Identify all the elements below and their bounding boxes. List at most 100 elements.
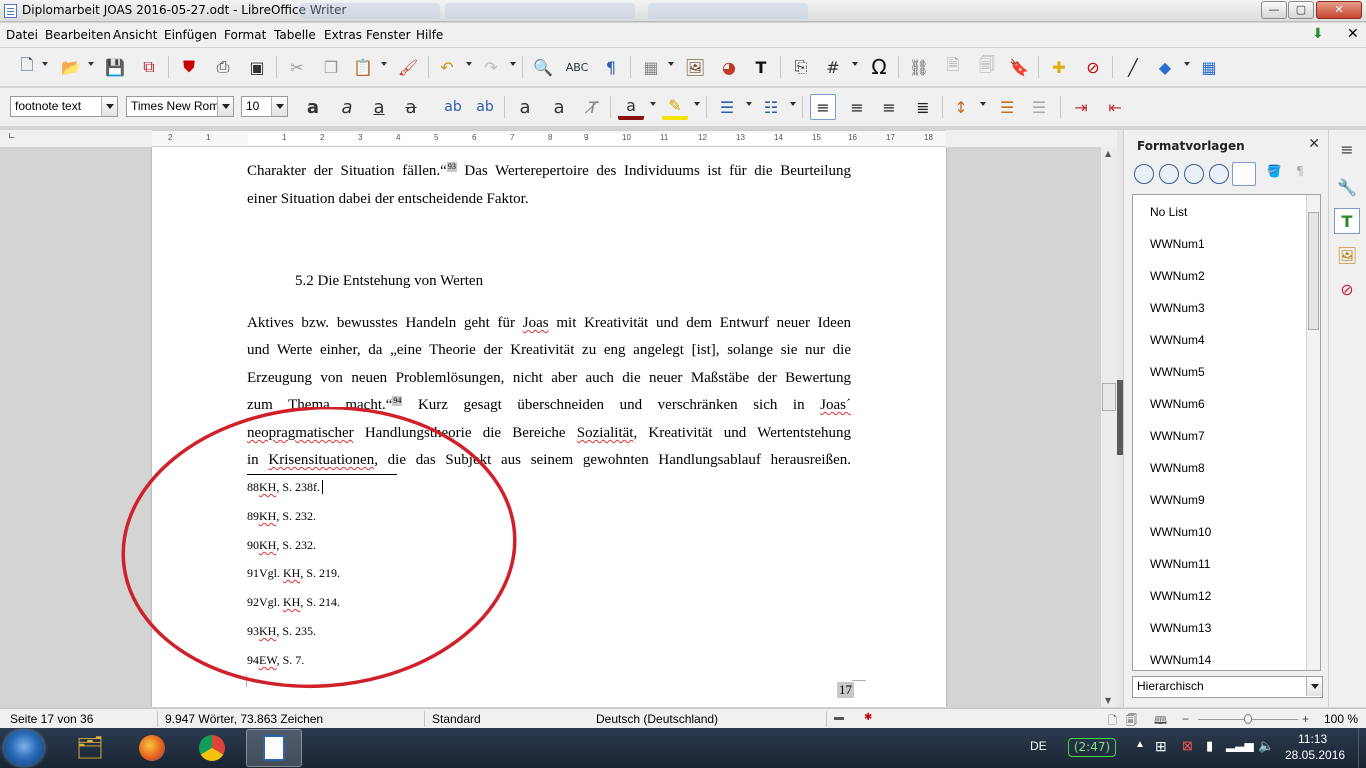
draw-functions-icon[interactable]: ▦ [1196, 54, 1222, 80]
clone-formatting-icon[interactable]: 🖌 [395, 54, 421, 80]
input-language[interactable]: DE [1030, 739, 1047, 753]
spelling-icon[interactable]: ABC [564, 54, 590, 80]
style-list-scrollbar[interactable] [1306, 195, 1320, 670]
chevron-down-icon[interactable] [271, 97, 287, 116]
list-item[interactable]: WWNum5 [1150, 365, 1205, 379]
menu-ansicht[interactable]: Ansicht [113, 28, 157, 42]
open-folder-icon[interactable]: 📂 [58, 54, 84, 80]
frame-styles-icon[interactable] [1184, 164, 1204, 184]
menu-hilfe[interactable]: Hilfe [416, 28, 443, 42]
styles-tab-icon[interactable]: T [1334, 208, 1360, 234]
comment-icon[interactable]: 🗐 [974, 54, 1000, 80]
firefox-taskbar-icon[interactable] [124, 729, 180, 767]
zoom-level[interactable]: 100 % [1324, 712, 1358, 726]
formatting-marks-icon[interactable]: ¶ [598, 54, 624, 80]
menu-einfuegen[interactable]: Einfügen [164, 28, 217, 42]
italic-icon[interactable]: a [334, 94, 360, 120]
line-icon[interactable]: ╱ [1120, 54, 1146, 80]
track-changes-icon[interactable]: ⊘ [1080, 54, 1106, 80]
page-style[interactable]: Standard [432, 712, 481, 726]
selection-mode-icon[interactable]: ▬ [834, 712, 844, 723]
close-document-icon[interactable]: ✕ [1347, 26, 1359, 42]
footnote-anchor[interactable]: 93 [446, 162, 457, 172]
section-heading[interactable]: 5.2 Die Entstehung von Werten [295, 273, 483, 290]
justify-icon[interactable]: ≣ [910, 94, 936, 120]
increase-indent-icon[interactable]: ⇥ [1068, 94, 1094, 120]
horizontal-ruler[interactable]: 2 1 1 2 3 4 5 6 7 8 9 10 11 12 13 14 15 … [152, 130, 946, 147]
zoom-out-icon[interactable]: − [1182, 712, 1189, 726]
align-left-icon[interactable]: ≡ [810, 94, 836, 120]
page-break-icon[interactable]: ⎘ [788, 54, 814, 80]
language[interactable]: Deutsch (Deutschland) [596, 712, 718, 726]
list-item[interactable]: WWNum13 [1150, 621, 1211, 635]
outline-icon[interactable]: a [546, 94, 572, 120]
redo-icon[interactable]: ↷ [478, 54, 504, 80]
scroll-down-icon[interactable]: ▼ [1105, 696, 1111, 705]
document-canvas[interactable]: Charakter der Situation fällen.“93 Das W… [0, 147, 1100, 707]
chevron-down-icon[interactable] [101, 97, 117, 116]
network-warning-icon[interactable]: ⊠ [1182, 738, 1193, 754]
copy-icon[interactable]: ❐ [318, 54, 344, 80]
new-style-icon[interactable]: ¶ [1290, 164, 1310, 184]
font-size-combo[interactable]: 10 [241, 96, 288, 117]
footnote-icon[interactable]: 🗎 [940, 54, 966, 80]
new-document-icon[interactable]: 🗋 [14, 54, 40, 80]
list-item[interactable]: WWNum10 [1150, 525, 1211, 539]
volume-icon[interactable]: 🔈 [1258, 738, 1274, 754]
navigator-icon[interactable]: ⊘ [1334, 276, 1360, 302]
windows-flag-icon[interactable]: ⊞ [1155, 738, 1167, 755]
paragraph-style-combo[interactable]: footnote text [10, 96, 118, 117]
paragraph-2-line-1[interactable]: Aktives bzw. bewusstes Handeln geht für … [247, 310, 851, 338]
list-styles-icon[interactable] [1232, 162, 1256, 186]
gallery-icon[interactable]: 🖼 [1334, 242, 1360, 268]
scrollbar-thumb[interactable] [1102, 383, 1116, 411]
list-item[interactable]: WWNum1 [1150, 237, 1205, 251]
basic-shapes-icon[interactable]: ◆ [1152, 54, 1178, 80]
update-icon[interactable]: ⬇ [1312, 26, 1324, 42]
fill-format-icon[interactable]: 🪣 [1264, 164, 1284, 184]
list-item[interactable]: WWNum14 [1150, 653, 1211, 667]
word-count[interactable]: 9.947 Wörter, 73.863 Zeichen [165, 712, 323, 726]
show-desktop-button[interactable] [1358, 728, 1366, 768]
page-styles-icon[interactable] [1209, 164, 1229, 184]
paragraph-2-line-3[interactable]: Erzeugung von neuen Problemlösungen, nic… [247, 365, 851, 393]
explorer-taskbar-icon[interactable]: 🗂 [62, 729, 118, 767]
save-icon[interactable]: 💾 [102, 54, 128, 80]
list-item[interactable]: WWNum7 [1150, 429, 1205, 443]
list-item[interactable]: WWNum9 [1150, 493, 1205, 507]
character-styles-icon[interactable] [1159, 164, 1179, 184]
strikethrough-icon[interactable]: a [398, 94, 424, 120]
insert-field-icon[interactable]: # [820, 54, 846, 80]
misspelled-word[interactable]: Joas´ [820, 397, 851, 413]
print-preview-icon[interactable]: ▣ [244, 54, 270, 80]
battery-meter[interactable]: (2:47) [1068, 738, 1116, 757]
bold-icon[interactable]: a [300, 94, 326, 120]
style-filter-combo[interactable]: Hierarchisch [1132, 676, 1323, 698]
windows-start-icon[interactable] [4, 730, 44, 766]
paste-icon[interactable]: 📋 [350, 54, 376, 80]
paragraph-1-line-1[interactable]: Charakter der Situation fällen.“93 Das W… [247, 158, 851, 186]
battery-icon[interactable]: ▮ [1206, 738, 1213, 754]
chrome-taskbar-icon[interactable] [184, 729, 240, 767]
paragraph-styles-icon[interactable] [1134, 164, 1154, 184]
font-name-combo[interactable]: Times New Roman [126, 96, 234, 117]
signal-icon[interactable]: ▂▃▅ [1226, 738, 1254, 752]
highlight-color-icon[interactable]: ✎ [662, 94, 688, 120]
minimize-button[interactable]: — [1261, 1, 1287, 19]
decrease-paragraph-spacing-icon[interactable]: ☰ [1026, 94, 1052, 120]
underline-icon[interactable]: a [366, 94, 392, 120]
cut-icon[interactable]: ✂ [284, 54, 310, 80]
insert-table-icon[interactable]: ▦ [638, 54, 664, 80]
menu-format[interactable]: Format [224, 28, 266, 42]
clear-formatting-icon[interactable]: T̸ [580, 94, 606, 120]
show-hidden-icons-icon[interactable]: ▲ [1135, 739, 1145, 750]
bookmark-icon[interactable]: 🔖 [1006, 54, 1032, 80]
paragraph-1-line-2[interactable]: einer Situation dabei der entscheidende … [247, 186, 851, 214]
insert-chart-icon[interactable]: ◕ [716, 54, 742, 80]
list-item[interactable]: WWNum8 [1150, 461, 1205, 475]
undo-icon[interactable]: ↶ [434, 54, 460, 80]
insert-comment-icon[interactable]: ✚ [1046, 54, 1072, 80]
align-center-icon[interactable]: ≡ [844, 94, 870, 120]
document-scrollbar[interactable]: ▲ ▼ [1100, 147, 1117, 707]
style-list[interactable]: No List WWNum1 WWNum2 WWNum3 WWNum4 WWNu… [1132, 194, 1321, 671]
